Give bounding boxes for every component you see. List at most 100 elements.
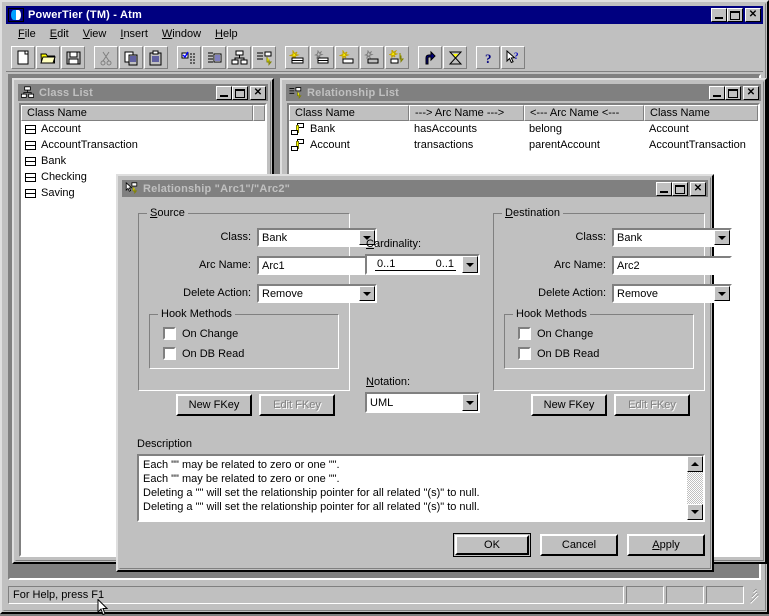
dialog-maximize-button[interactable] (672, 181, 688, 196)
class-list-column-filler[interactable] (253, 105, 265, 121)
new-attribute-icon[interactable] (310, 46, 334, 69)
source-delete-action-combo[interactable]: Remove (257, 284, 377, 303)
destination-on-change-checkbox[interactable]: On Change (518, 327, 593, 340)
chevron-down-icon[interactable] (359, 286, 375, 301)
apply-button[interactable]: Apply (627, 534, 705, 556)
source-class-combo[interactable]: Bank (257, 228, 377, 247)
class-name: Checking (41, 171, 87, 183)
cancel-button[interactable]: Cancel (540, 534, 618, 556)
main-title-bar[interactable]: PowerTier (TM) - Atm ✕ (6, 6, 763, 24)
open-folder-icon[interactable] (36, 46, 60, 69)
copy-icon[interactable] (119, 46, 143, 69)
paste-icon[interactable] (144, 46, 168, 69)
scroll-down-button[interactable] (687, 504, 703, 520)
context-help-icon[interactable]: ? (501, 46, 525, 69)
generate-icon[interactable] (418, 46, 442, 69)
help-question-icon[interactable]: ? (476, 46, 500, 69)
notation-combo[interactable]: UML (365, 392, 480, 413)
dialog-close-button[interactable]: ✕ (690, 181, 706, 196)
relationship-list-maximize-button[interactable] (725, 85, 741, 100)
new-method-icon[interactable] (335, 46, 359, 69)
table-row[interactable]: Account transactions parentAccount Accou… (289, 137, 758, 153)
attribute-list-icon[interactable] (202, 46, 226, 69)
relationship-dialog[interactable]: Relationship "Arc1"/"Arc2" ✕ Source Clas… (116, 174, 732, 572)
source-arc-name-label: Arc Name: (199, 259, 251, 271)
cardinality-label-rest: ardinality: (373, 238, 422, 250)
minimize-button[interactable] (711, 8, 727, 22)
resize-grip[interactable] (747, 588, 761, 604)
status-pane-3 (706, 586, 744, 604)
cardinality-combo[interactable]: 0..1 0..1 (365, 254, 480, 275)
relationship-column-source-class[interactable]: Class Name (289, 105, 409, 121)
menu-edit[interactable]: Edit (43, 26, 76, 42)
chevron-down-icon[interactable] (714, 230, 730, 245)
class-list-column-class-name[interactable]: Class Name (21, 105, 253, 121)
new-relationship-icon[interactable] (385, 46, 409, 69)
new-property-icon[interactable] (360, 46, 384, 69)
maximize-button[interactable] (727, 8, 743, 22)
relationship-list-title-bar[interactable]: Relationship List ✕ (286, 84, 761, 101)
source-on-change-checkbox[interactable]: On Change (163, 327, 238, 340)
relationship-list-close-button[interactable]: ✕ (743, 85, 759, 100)
class-list-icon[interactable] (227, 46, 251, 69)
property-list-icon[interactable] (177, 46, 201, 69)
list-item[interactable]: Bank (21, 153, 265, 169)
destination-new-fkey-button[interactable]: New FKey (531, 394, 607, 416)
class-list-close-button[interactable]: ✕ (250, 85, 266, 100)
class-list-maximize-button[interactable] (232, 85, 248, 100)
dialog-title-bar[interactable]: Relationship "Arc1"/"Arc2" ✕ (122, 180, 708, 197)
menu-file[interactable]: File (11, 26, 43, 42)
build-icon[interactable] (443, 46, 467, 69)
menu-view[interactable]: View (76, 26, 114, 42)
scroll-up-button[interactable] (687, 456, 703, 472)
ok-button[interactable]: OK (453, 533, 531, 557)
new-class-icon[interactable] (285, 46, 309, 69)
scrollbar-track[interactable] (687, 472, 703, 504)
save-disk-icon[interactable] (61, 46, 85, 69)
class-list-minimize-button[interactable] (216, 85, 232, 100)
source-new-fkey-button[interactable]: New FKey (176, 394, 252, 416)
class-list-header-row: Class Name (21, 105, 265, 121)
menu-insert[interactable]: Insert (113, 26, 155, 42)
close-button[interactable]: ✕ (745, 8, 761, 22)
menu-file-rest: ile (24, 28, 36, 40)
destination-class-combo[interactable]: Bank (612, 228, 732, 247)
cardinality-right-value: 0..1 (435, 258, 454, 270)
table-row[interactable]: Bank hasAccounts belong Account (289, 121, 758, 137)
cancel-button-label: Cancel (561, 539, 597, 551)
chevron-down-icon[interactable] (462, 256, 478, 273)
source-arc-name-input[interactable]: Arc1 (257, 256, 377, 275)
class-name: Saving (41, 187, 75, 199)
dialog-minimize-button[interactable] (656, 181, 672, 196)
chevron-down-icon[interactable] (714, 286, 730, 301)
relationship-column-backward-arc[interactable]: <--- Arc Name <--- (524, 105, 644, 121)
row-dest-class: Account (649, 123, 689, 135)
destination-class-label: Class: (575, 231, 606, 243)
menu-help[interactable]: Help (208, 26, 245, 42)
destination-on-db-read-checkbox[interactable]: On DB Read (518, 347, 599, 360)
cut-scissors-icon[interactable] (94, 46, 118, 69)
main-window-buttons: ✕ (711, 8, 761, 22)
relationship-column-dest-class[interactable]: Class Name (644, 105, 758, 121)
destination-delete-action-combo[interactable]: Remove (612, 284, 732, 303)
chevron-down-icon[interactable] (462, 394, 478, 411)
source-on-db-read-checkbox[interactable]: On DB Read (163, 347, 244, 360)
relationship-list-minimize-button[interactable] (709, 85, 725, 100)
description-scrollbar[interactable] (687, 456, 703, 520)
list-item[interactable]: AccountTransaction (21, 137, 265, 153)
menu-bar: File Edit View Insert Window Help (6, 25, 763, 43)
relationship-list-icon[interactable] (252, 46, 276, 69)
description-textarea[interactable]: Each "" may be related to zero or one ""… (137, 454, 705, 522)
list-item[interactable]: Account (21, 121, 265, 137)
new-icon[interactable] (11, 46, 35, 69)
destination-arc-name-input[interactable]: Arc2 (612, 256, 732, 275)
menu-window[interactable]: Window (155, 26, 208, 42)
relationship-column-forward-arc[interactable]: ---> Arc Name ---> (409, 105, 524, 121)
toolbar-separator (277, 46, 285, 69)
source-hook-methods-label: Hook Methods (158, 308, 235, 320)
relationship-icon (291, 138, 306, 152)
class-list-title-bar[interactable]: Class List ✕ (18, 84, 268, 101)
powertier-app-icon[interactable] (8, 8, 24, 22)
source-group-label-rest: ource (157, 207, 185, 219)
description-line: Each "" may be related to zero or one ""… (143, 459, 340, 471)
